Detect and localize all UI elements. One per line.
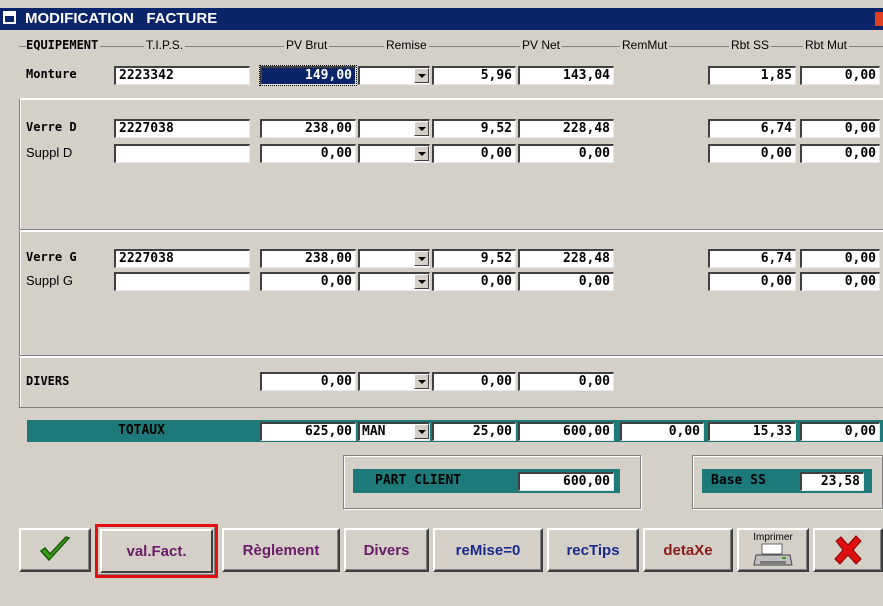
verre-g-pv-net-field[interactable]: 228,48 [518, 249, 614, 268]
monture-pv-net-field[interactable]: 143,04 [518, 66, 614, 85]
totaux-pv-net-field[interactable]: 600,00 [518, 422, 614, 441]
verre-g-tips-field[interactable]: 2227038 [114, 249, 250, 268]
suppl-g-pv-net-field[interactable]: 0,00 [518, 272, 614, 291]
chevron-down-icon[interactable] [414, 251, 429, 266]
verre-g-pv-brut-field[interactable]: 238,00 [260, 249, 356, 268]
suppl-d-rbt-ss-field[interactable]: 0,00 [708, 144, 796, 163]
monture-pv-brut-field[interactable]: 149,00 [259, 65, 357, 86]
divers-pv-brut-field[interactable]: 0,00 [260, 372, 356, 391]
divers-button[interactable]: Divers [344, 528, 429, 572]
val-fact-button[interactable]: val.Fact. [100, 529, 213, 573]
monture-rbt-ss-field[interactable]: 1,85 [708, 66, 796, 85]
verre-g-rbt-mut-field[interactable]: 0,00 [800, 249, 880, 268]
verre-d-label: Verre D [26, 120, 77, 134]
totaux-remise-code: MAN [362, 424, 386, 439]
totaux-rbt-ss-field[interactable]: 15,33 [708, 422, 796, 441]
remise-zero-button[interactable]: reMise=0 [433, 528, 543, 572]
title-bar: MODIFICATION FACTURE [0, 8, 883, 30]
verre-d-rbt-mut-field[interactable]: 0,00 [800, 119, 880, 138]
totaux-label: TOTAUX [118, 423, 165, 438]
suppl-g-remise-field[interactable]: 0,00 [432, 272, 516, 291]
chevron-down-icon[interactable] [414, 424, 429, 439]
verre-d-rbt-ss-field[interactable]: 6,74 [708, 119, 796, 138]
header-remise: Remise [384, 38, 429, 54]
monture-remise-field[interactable]: 5,96 [432, 66, 516, 85]
verre-g-rbt-ss-field[interactable]: 6,74 [708, 249, 796, 268]
totaux-remise-field[interactable]: 25,00 [432, 422, 516, 441]
window-title: MODIFICATION FACTURE [25, 10, 218, 27]
totaux-pv-brut-field[interactable]: 625,00 [260, 422, 356, 441]
verre-d-section [19, 98, 883, 230]
validate-button[interactable] [19, 528, 91, 572]
monture-label: Monture [26, 67, 77, 81]
checkmark-icon [39, 536, 71, 562]
cancel-x-icon [834, 535, 862, 565]
verre-d-tips-field[interactable]: 2227038 [114, 119, 250, 138]
reglement-button[interactable]: Règlement [222, 528, 340, 572]
window-icon[interactable] [3, 11, 16, 24]
suppl-d-rbt-mut-field[interactable]: 0,00 [800, 144, 880, 163]
detaxe-button[interactable]: detaXe [643, 528, 733, 572]
totaux-remise-combo[interactable]: MAN [358, 422, 430, 441]
suppl-d-tips-field[interactable] [114, 144, 250, 163]
close-icon[interactable] [875, 12, 883, 26]
chevron-down-icon[interactable] [414, 274, 429, 289]
divers-remise-field[interactable]: 0,00 [432, 372, 516, 391]
verre-g-remise-field[interactable]: 9,52 [432, 249, 516, 268]
imprimer-label: Imprimer [753, 532, 793, 543]
suppl-g-rbt-ss-field[interactable]: 0,00 [708, 272, 796, 291]
imprimer-button[interactable]: Imprimer [737, 528, 809, 572]
divers-pv-net-field[interactable]: 0,00 [518, 372, 614, 391]
header-equipement: EQUIPEMENT [26, 38, 101, 54]
suppl-d-remise-combo[interactable] [358, 144, 430, 163]
verre-d-pv-brut-field[interactable]: 238,00 [260, 119, 356, 138]
cancel-button[interactable] [813, 528, 883, 572]
suppl-g-label: Suppl G [26, 273, 73, 288]
verre-d-pv-net-field[interactable]: 228,48 [518, 119, 614, 138]
suppl-g-tips-field[interactable] [114, 272, 250, 291]
val-fact-highlight: val.Fact. [95, 524, 218, 578]
monture-tips-field[interactable]: 2223342 [114, 66, 250, 85]
verre-d-remise-field[interactable]: 9,52 [432, 119, 516, 138]
chevron-down-icon[interactable] [414, 68, 429, 83]
printer-icon [753, 543, 793, 566]
header-rbt-mut: Rbt Mut [803, 38, 850, 54]
monture-rbt-mut-field[interactable]: 0,00 [800, 66, 880, 85]
verre-g-label: Verre G [26, 250, 77, 264]
base-ss-label: Base SS [711, 473, 766, 488]
suppl-d-remise-field[interactable]: 0,00 [432, 144, 516, 163]
suppl-d-pv-brut-field[interactable]: 0,00 [260, 144, 356, 163]
chevron-down-icon[interactable] [414, 121, 429, 136]
header-pv-brut: PV Brut [284, 38, 330, 54]
chevron-down-icon[interactable] [414, 146, 429, 161]
suppl-g-remise-combo[interactable] [358, 272, 430, 291]
totaux-remmut-field[interactable]: 0,00 [620, 422, 704, 441]
suppl-g-pv-brut-field[interactable]: 0,00 [260, 272, 356, 291]
suppl-g-rbt-mut-field[interactable]: 0,00 [800, 272, 880, 291]
part-client-label: PART CLIENT [375, 473, 462, 488]
suppl-d-label: Suppl D [26, 145, 73, 160]
verre-g-remise-combo[interactable] [358, 249, 430, 268]
monture-remise-combo[interactable] [358, 66, 430, 85]
header-remmut: RemMut [620, 38, 670, 54]
part-client-field[interactable]: 600,00 [518, 472, 614, 491]
totaux-rbt-mut-field[interactable]: 0,00 [800, 422, 880, 441]
chevron-down-icon[interactable] [414, 374, 429, 389]
rectips-button[interactable]: recTips [547, 528, 639, 572]
base-ss-field[interactable]: 23,58 [800, 472, 864, 491]
suppl-d-pv-net-field[interactable]: 0,00 [518, 144, 614, 163]
header-tips: T.I.P.S. [144, 38, 186, 54]
header-pv-net: PV Net [520, 38, 563, 54]
header-rbt-ss: Rbt SS [729, 38, 772, 54]
verre-d-remise-combo[interactable] [358, 119, 430, 138]
divers-label: DIVERS [26, 374, 70, 388]
divers-remise-combo[interactable] [358, 372, 430, 391]
